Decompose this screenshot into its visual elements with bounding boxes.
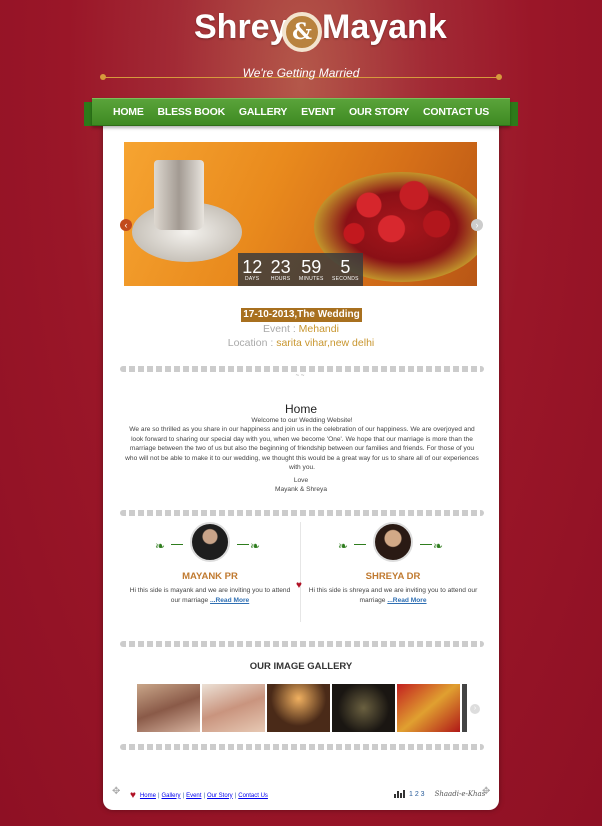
gallery-thumb[interactable] [267,684,330,732]
countdown-days: 12 DAYS [242,258,262,282]
event-value: Mehandi [298,323,339,335]
leaf-line [354,544,366,545]
bride-intro: Hi this side is shreya and we are inviti… [308,586,478,606]
brand-logo: Shaadi-e-Khas [434,790,486,798]
groom-read-more-link[interactable]: ...Read More [210,597,249,604]
leaf-ornament-icon: ❧ [250,539,261,553]
footer-link-contact-us[interactable]: Contact Us [238,793,268,799]
groom-name-label: MAYANK PR [182,571,238,582]
bar-chart-icon [394,790,405,798]
event-label: Event : [263,323,299,335]
gallery-heading: OUR IMAGE GALLERY [249,661,353,672]
location-label: Location : [227,337,277,349]
gallery-thumb[interactable] [202,684,265,732]
welcome-body: We are so thrilled as you share in our h… [125,426,479,472]
countdown-seconds: 5 SECONDS [332,258,359,282]
footer-links: ♥ Home | Gallery | Event | Our Story | Conta… [130,790,268,801]
footer-link-home[interactable]: Home [140,793,156,799]
rose-petals [324,167,474,262]
welcome-text: Welcome to our Wedding Website! We are s… [124,416,480,472]
countdown-minutes: 59 MINUTES [299,258,324,282]
vertical-divider [300,522,301,622]
welcome-line: Welcome to our Wedding Website! [251,417,353,424]
event-line: Event : Mehandi [0,323,602,335]
wedding-date-badge: 17-10-2013,The Wedding Date [241,308,362,334]
leaf-line [237,544,249,545]
countdown-seconds-value: 5 [340,256,351,277]
footer-pagination[interactable]: 1 2 3 [409,791,425,798]
love-label: Love [293,477,309,484]
heart-icon: ♥ [296,580,302,591]
tagline: We're Getting Married [242,66,360,80]
countdown-minutes-value: 59 [301,256,322,277]
bride-avatar[interactable] [373,522,413,562]
footer-link-gallery[interactable]: Gallery [162,793,181,799]
nav-event[interactable]: EVENT [301,106,335,118]
home-heading: Home [284,402,317,416]
ornament-divider [120,510,484,516]
bride-name-label: SHREYA DR [365,571,421,582]
silver-cup [154,160,204,230]
countdown-hours: 23 HOURS [271,258,291,282]
countdown-hours-value: 23 [270,256,291,277]
nav-home[interactable]: HOME [113,106,144,118]
leaf-ornament-icon: ❧ [155,539,166,553]
site-header: Shreya & Mayank We're Getting Married [0,0,602,100]
location-value: sarita vihar,new delhi [276,337,375,349]
groom-avatar[interactable] [190,522,230,562]
nav-our-story[interactable]: OUR STORY [349,106,409,118]
countdown-days-value: 12 [242,256,263,277]
gallery-thumb[interactable] [137,684,200,732]
corner-ornament-icon: ✥ [112,786,121,797]
footer-link-event[interactable]: Event [186,793,201,799]
countdown-minutes-label: MINUTES [299,275,324,282]
leaf-line [171,544,183,545]
leaf-ornament-icon: ❧ [338,539,349,553]
gallery-strip [137,684,467,732]
nav-bless-book[interactable]: BLESS BOOK [158,106,226,118]
main-nav: HOME BLESS BOOK GALLERY EVENT OUR STORY … [92,98,510,126]
location-line: Location : sarita vihar,new delhi [0,337,602,349]
ornament-divider-flourish: ~ ~ [295,373,305,379]
gallery-thumb[interactable] [397,684,460,732]
heart-icon: ♥ [130,790,136,801]
slider-prev-arrow-icon[interactable]: ‹ [120,219,132,231]
ornament-divider [120,366,484,372]
gallery-next-arrow-icon[interactable]: › [470,704,480,714]
footer-link-our-story[interactable]: Our Story [207,793,233,799]
countdown-seconds-label: SECONDS [331,275,359,282]
countdown-hours-label: HOURS [270,275,291,282]
ornament-divider [120,641,484,647]
gallery-thumb[interactable] [332,684,395,732]
bride-read-more-link[interactable]: ...Read More [387,597,426,604]
nav-contact-us[interactable]: CONTACT US [423,106,489,118]
countdown-timer: 12 DAYS 23 HOURS 59 MINUTES 5 SECONDS [238,253,363,286]
bride-card: ❧ ❧ SHREYA DR Hi this side is shreya and… [308,522,478,612]
gallery-thumb[interactable] [462,684,467,732]
ampersand-badge: & [282,12,322,52]
signature: Mayank & Shreya [274,486,328,493]
slider-next-arrow-icon[interactable]: › [471,219,483,231]
footer-right: 1 2 3 Shaadi-e-Khas [394,790,485,798]
leaf-line [420,544,432,545]
nav-gallery[interactable]: GALLERY [239,106,288,118]
leaf-ornament-icon: ❧ [433,539,444,553]
countdown-days-label: DAYS [244,275,260,282]
groom-intro: Hi this side is mayank and we are inviti… [125,586,295,606]
groom-card: ❧ ❧ MAYANK PR Hi this side is mayank and… [125,522,295,612]
groom-name: Mayank [322,8,447,46]
ornament-divider [120,744,484,750]
